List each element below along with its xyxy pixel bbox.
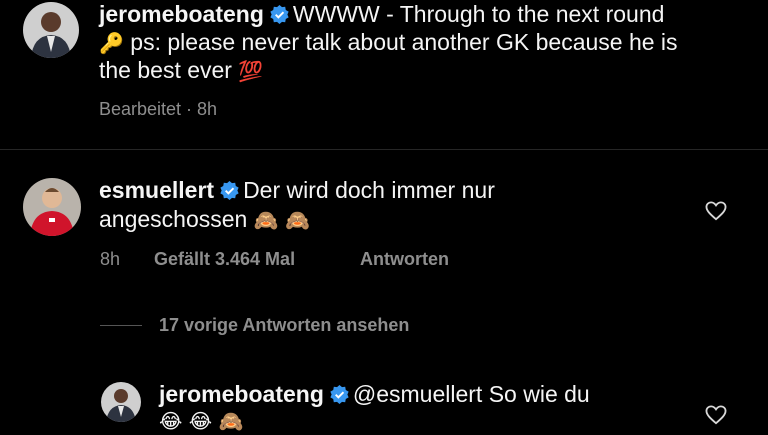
- post-text-3: the best ever: [99, 57, 232, 83]
- key-emoji-icon: 🔑: [99, 31, 124, 55]
- verified-badge-icon: [220, 181, 239, 200]
- hundred-emoji-icon: 💯: [238, 59, 264, 83]
- comment-line2: angeschossen 🙈 🙈: [99, 205, 310, 234]
- divider: [0, 149, 768, 150]
- comment-text-2: angeschossen: [99, 206, 248, 232]
- comment-likes[interactable]: Gefällt 3.464 Mal: [154, 249, 295, 270]
- like-heart-icon[interactable]: [705, 201, 727, 221]
- reply-line1: jeromeboateng @esmuellert So wie du: [159, 380, 590, 408]
- post-avatar[interactable]: [23, 2, 79, 58]
- replies-divider-line: [100, 325, 142, 326]
- comment-username[interactable]: esmuellert: [99, 177, 214, 203]
- post-text-2: ps: please never talk about another GK b…: [130, 29, 678, 55]
- post-text-1: WWWW - Through to the next round: [292, 1, 665, 27]
- post-caption-line3: the best ever 💯: [99, 56, 263, 85]
- reply-button[interactable]: Antworten: [360, 249, 449, 270]
- post-username[interactable]: jeromeboateng: [99, 1, 264, 27]
- laughing-emoji-icon: 😂 😂 🙈: [159, 409, 244, 433]
- verified-badge-icon: [330, 385, 349, 404]
- post-caption-line2: 🔑 ps: please never talk about another GK…: [99, 28, 678, 57]
- comment-text-1: Der wird doch immer nur: [243, 177, 495, 203]
- comment-time: 8h: [100, 249, 121, 269]
- reply-line2: 😂 😂 🙈: [159, 406, 243, 435]
- post-meta: Bearbeitet · 8h: [99, 99, 218, 119]
- view-previous-replies-button[interactable]: 17 vorige Antworten ansehen: [159, 315, 409, 336]
- like-heart-icon[interactable]: [705, 405, 727, 425]
- comment-line1: esmuellert Der wird doch immer nur: [99, 176, 495, 204]
- reply-text: @esmuellert So wie du: [352, 381, 590, 407]
- post-caption-line1: jeromeboateng WWWW - Through to the next …: [99, 0, 664, 28]
- comment-avatar[interactable]: [23, 178, 81, 236]
- verified-badge-icon: [270, 5, 289, 24]
- reply-avatar[interactable]: [101, 382, 141, 422]
- reply-username[interactable]: jeromeboateng: [159, 381, 324, 407]
- see-no-evil-monkey-emoji-icon: 🙈 🙈: [253, 208, 310, 232]
